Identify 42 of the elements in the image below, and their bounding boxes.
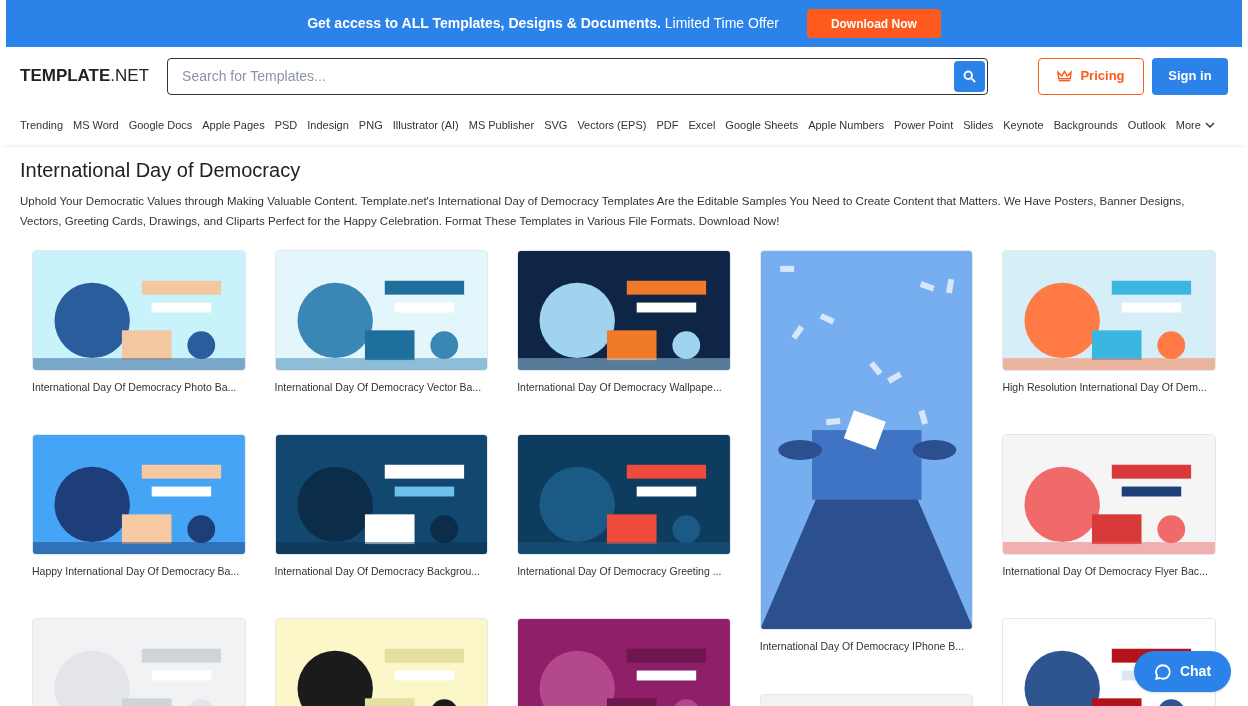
category-link[interactable]: Outlook: [1127, 116, 1166, 134]
category-link[interactable]: PDF: [656, 116, 679, 134]
category-link[interactable]: PNG: [358, 116, 383, 134]
more-button[interactable]: More: [1175, 116, 1215, 134]
template-caption[interactable]: High Resolution International Day Of Dem...: [1002, 380, 1216, 396]
category-link[interactable]: Backgrounds: [1053, 116, 1118, 134]
category-link[interactable]: Slides: [963, 116, 994, 134]
template-caption[interactable]: Happy International Day Of Democracy Ba...: [32, 564, 246, 580]
template-caption[interactable]: International Day Of Democracy IPhone B...: [759, 639, 974, 655]
promo-text: Get access to ALL Templates, Designs & Documents. Limited Time Offer: [307, 14, 779, 33]
search-field[interactable]: Search for Templates...: [167, 57, 988, 95]
category-link[interactable]: SVG: [544, 116, 568, 134]
chevron-down-icon: [1204, 121, 1215, 129]
template-caption[interactable]: International Day Of Democracy Wallpape...: [517, 380, 731, 396]
category-link[interactable]: Apple Numbers: [808, 116, 884, 134]
category-link[interactable]: Google Docs: [128, 116, 193, 134]
search-icon: [962, 68, 977, 84]
template-caption[interactable]: International Day Of Democracy Vector Ba...: [274, 380, 489, 396]
crown-icon: [1057, 70, 1073, 82]
category-link[interactable]: Apple Pages: [202, 116, 265, 134]
category-link[interactable]: PSD: [274, 116, 298, 134]
category-link[interactable]: Power Point: [893, 116, 954, 134]
page-description: Uphold Your Democratic Values through Making Valuable Content. Template.net's International Day of Democracy Templates Are the Editable Samples You Need to Create Content that Matters. We Have Posters, Banner Designs, Vectors, Greeting Cards, Drawings, and Cliparts Perfect for the Happy Celebration. Format These Templates in Various File Formats. Download Now!: [20, 194, 1186, 229]
category-link[interactable]: Indesign: [307, 116, 349, 134]
template-caption[interactable]: International Day Of Democracy Photo Ba...: [32, 380, 246, 396]
category-link[interactable]: Excel: [688, 116, 716, 134]
search-button[interactable]: [954, 60, 985, 92]
page-title: International Day of Democracy: [20, 158, 302, 183]
sign-in-button[interactable]: Sign in: [1152, 57, 1228, 95]
chat-button[interactable]: Chat: [1134, 651, 1231, 692]
category-link[interactable]: MS Publisher: [468, 116, 535, 134]
category-link[interactable]: Illustrator (AI): [392, 116, 459, 134]
logo[interactable]: TEMPLATE.NET: [20, 63, 150, 89]
category-link[interactable]: Keynote: [1003, 116, 1044, 134]
chat-bubble-icon: [1153, 662, 1172, 681]
template-caption[interactable]: International Day Of Democracy Flyer Bac...: [1002, 564, 1216, 580]
template-caption[interactable]: International Day Of Democracy Greeting ...: [517, 564, 731, 580]
category-link[interactable]: Trending: [20, 116, 63, 134]
category-link[interactable]: Google Sheets: [725, 116, 799, 134]
category-link[interactable]: Vectors (EPS): [577, 116, 647, 134]
category-link[interactable]: MS Word: [73, 116, 119, 134]
template-caption[interactable]: International Day Of Democracy Backgrou...: [274, 564, 489, 580]
